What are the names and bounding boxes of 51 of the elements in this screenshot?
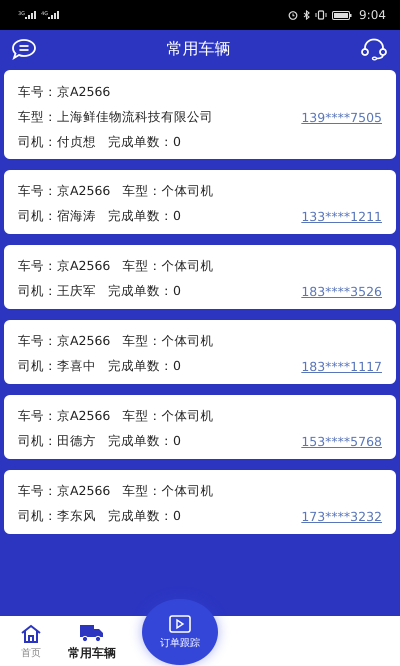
- vehicle-type-text: 车型：个体司机: [122, 333, 214, 350]
- plate-text: 车号：京A2566: [18, 258, 110, 275]
- order-count-text: 完成单数：0: [108, 134, 181, 151]
- alarm-icon: [288, 10, 298, 20]
- vehicle-type-text: 车型：个体司机: [122, 408, 214, 425]
- vehicle-card[interactable]: 车号：京A2566 车型：个体司机 司机：李喜中 完成单数：0 183****1117: [4, 320, 396, 384]
- chat-icon[interactable]: [11, 38, 37, 60]
- phone-link[interactable]: 133****1211: [301, 209, 382, 224]
- vehicle-type-text: 车型：个体司机: [122, 483, 214, 500]
- home-icon: [20, 624, 42, 644]
- phone-link[interactable]: 173****3232: [301, 509, 382, 524]
- driver-text: 司机：李东风: [18, 508, 96, 525]
- plate-text: 车号：京A2566: [18, 333, 110, 350]
- tab[interactable]: 常用车辆: [68, 620, 116, 662]
- phone-link[interactable]: 183****1117: [301, 359, 382, 374]
- plate-text: 车号：京A2566: [18, 483, 110, 500]
- plate-text: 车号：京A2566: [18, 408, 110, 425]
- order-count-text: 完成单数：0: [108, 208, 181, 225]
- signal-icon: [25, 11, 38, 19]
- phone-link[interactable]: 139****7505: [301, 110, 382, 125]
- clock-time: 9:04: [359, 8, 386, 22]
- vibrate-icon: [315, 10, 328, 20]
- vehicle-type-text: 车型：个体司机: [122, 183, 214, 200]
- vehicle-card[interactable]: 车号：京A2566 车型：个体司机 司机：宿海涛 完成单数：0 133****1211: [4, 170, 396, 234]
- vehicle-type-text: 车型：上海鲜佳物流科技有限公司: [18, 109, 213, 126]
- order-count-text: 完成单数：0: [108, 433, 181, 450]
- driver-text: 司机：李喜中: [18, 358, 96, 375]
- driver-text: 司机：宿海涛: [18, 208, 96, 225]
- signal-icon: [48, 11, 60, 19]
- order-count-text: 完成单数：0: [108, 358, 181, 375]
- phone-link[interactable]: 183****3526: [301, 284, 382, 299]
- vehicle-card[interactable]: 车号：京A2566 车型：个体司机 司机：田德方 完成单数：0 153****5768: [4, 395, 396, 459]
- driver-text: 司机：付贞想: [18, 134, 96, 151]
- battery-icon: [332, 10, 352, 20]
- phone-link[interactable]: 153****5768: [301, 434, 382, 449]
- tab[interactable]: 首页: [20, 622, 42, 660]
- headset-icon[interactable]: [360, 37, 388, 61]
- vehicle-type-text: 车型：个体司机: [122, 258, 214, 275]
- driver-text: 司机：田德方: [18, 433, 96, 450]
- order-tracking-button[interactable]: 订单跟踪: [142, 599, 218, 665]
- plate-text: 车号：京A2566: [18, 183, 110, 200]
- order-count-text: 完成单数：0: [108, 283, 181, 300]
- vehicle-card[interactable]: 车号：京A2566 车型：个体司机 司机：王庆军 完成单数：0 183****3526: [4, 245, 396, 309]
- page-title: 常用车辆: [166, 38, 230, 60]
- bluetooth-icon: [303, 10, 310, 20]
- vehicle-card[interactable]: 车号：京A2566 车型：个体司机 司机：李东风 完成单数：0 173****3232: [4, 470, 396, 534]
- plate-text: 车号：京A2566: [18, 84, 110, 101]
- driver-text: 司机：王庆军: [18, 283, 96, 300]
- vehicle-card[interactable]: 车号：京A2566 车型：上海鲜佳物流科技有限公司 139****7505 司机：付贞想 完成单数：0: [4, 70, 396, 159]
- truck-icon: [79, 622, 105, 642]
- order-count-text: 完成单数：0: [108, 508, 181, 525]
